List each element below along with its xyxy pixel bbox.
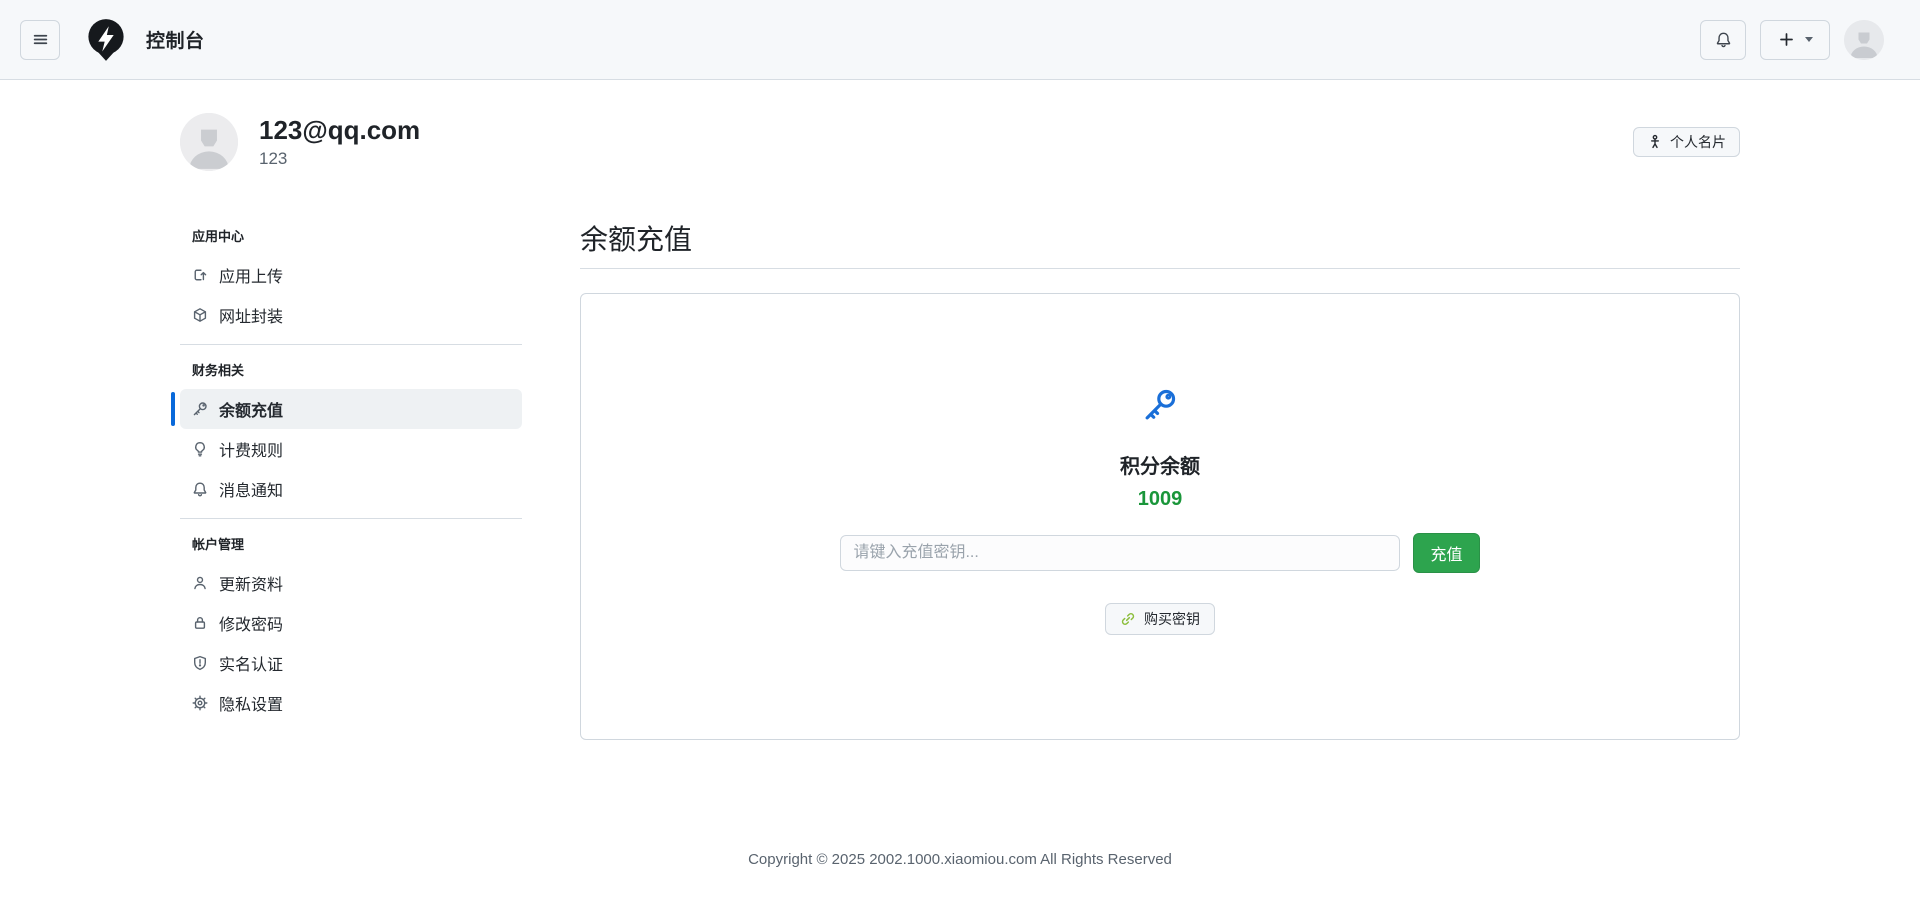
footer: Copyright © 2025 2002.1000.xiaomiou.com … [0, 851, 1920, 868]
brand[interactable]: 控制台 [84, 18, 205, 62]
profile-info: 123@qq.com 123 [259, 115, 420, 169]
plus-icon [1778, 31, 1795, 48]
sidebar-section-title-account: 帐户管理 [180, 526, 522, 563]
shield-icon [192, 655, 208, 671]
top-bar-left: 控制台 [20, 18, 205, 62]
sidebar-item-label: 隐私设置 [219, 691, 283, 715]
main-content: 余额充值 积分余额 1009 充值 [580, 218, 1740, 740]
bell-icon [1715, 31, 1732, 48]
profile-username: 123 [259, 149, 420, 169]
notifications-button[interactable] [1700, 20, 1746, 60]
profile-email: 123@qq.com [259, 115, 420, 146]
page-title: 余额充值 [580, 218, 1740, 269]
app-title: 控制台 [146, 26, 205, 53]
lock-icon [192, 615, 208, 631]
balance-label: 积分余额 [1120, 450, 1200, 479]
sidebar-section-title-app-center: 应用中心 [180, 218, 522, 255]
sidebar-nav: 应用中心 应用上传 网址封装 财务相关 [180, 218, 522, 723]
copyright-text: Copyright © 2025 2002.1000.xiaomiou.com … [748, 851, 1172, 868]
sidebar-item-notifications[interactable]: 消息通知 [180, 469, 522, 509]
profile-header: 123@qq.com 123 个人名片 [180, 113, 1740, 171]
upload-icon [192, 267, 208, 283]
page-container: 123@qq.com 123 个人名片 应用中心 应用上传 [180, 113, 1740, 740]
sidebar-item-app-upload[interactable]: 应用上传 [180, 255, 522, 295]
personal-card-label: 个人名片 [1670, 132, 1726, 152]
sidebar-divider [180, 518, 522, 519]
sidebar-item-label: 实名认证 [219, 651, 283, 675]
recharge-card: 积分余额 1009 充值 购买密钥 [580, 293, 1740, 740]
avatar-placeholder-icon [180, 113, 238, 171]
avatar-placeholder-icon [1844, 20, 1884, 60]
buy-key-button[interactable]: 购买密钥 [1105, 603, 1215, 635]
sidebar-item-balance-recharge[interactable]: 余额充值 [180, 389, 522, 429]
content-columns: 应用中心 应用上传 网址封装 财务相关 [180, 218, 1740, 740]
key-icon [192, 401, 208, 417]
sidebar-item-real-name-verification[interactable]: 实名认证 [180, 643, 522, 683]
sidebar-divider [180, 344, 522, 345]
recharge-form: 充值 [840, 533, 1479, 573]
key-icon [1141, 386, 1179, 424]
recharge-key-input[interactable] [840, 535, 1400, 571]
sidebar-item-billing-rules[interactable]: 计费规则 [180, 429, 522, 469]
balance-value: 1009 [1138, 488, 1183, 511]
header-avatar[interactable] [1844, 20, 1884, 60]
sidebar-item-label: 修改密码 [219, 611, 283, 635]
lightning-pin-logo [84, 18, 128, 62]
menu-button[interactable] [20, 20, 60, 60]
recharge-button[interactable]: 充值 [1413, 533, 1479, 573]
package-icon [192, 307, 208, 323]
person-icon [192, 575, 208, 591]
sidebar-item-label: 消息通知 [219, 477, 283, 501]
sidebar-item-label: 更新资料 [219, 571, 283, 595]
top-bar: 控制台 [0, 0, 1920, 80]
sidebar-item-change-password[interactable]: 修改密码 [180, 603, 522, 643]
profile-avatar[interactable] [180, 113, 238, 171]
lightbulb-icon [192, 441, 208, 457]
person-figure-icon [1647, 134, 1663, 150]
gear-icon [192, 695, 208, 711]
sidebar-item-url-packaging[interactable]: 网址封装 [180, 295, 522, 335]
top-bar-right [1700, 20, 1884, 60]
sidebar-item-update-profile[interactable]: 更新资料 [180, 563, 522, 603]
link-icon [1120, 611, 1136, 627]
sidebar-item-privacy-settings[interactable]: 隐私设置 [180, 683, 522, 723]
caret-down-icon [1805, 37, 1813, 42]
hamburger-icon [32, 31, 49, 48]
sidebar-item-label: 余额充值 [219, 397, 283, 421]
sidebar-item-label: 应用上传 [219, 263, 283, 287]
sidebar-section-title-finance: 财务相关 [180, 352, 522, 389]
sidebar-item-label: 计费规则 [219, 437, 283, 461]
buy-key-label: 购买密钥 [1144, 609, 1200, 629]
personal-card-button[interactable]: 个人名片 [1633, 127, 1740, 157]
sidebar-item-label: 网址封装 [219, 303, 283, 327]
bell-icon [192, 481, 208, 497]
create-new-button[interactable] [1760, 20, 1830, 60]
